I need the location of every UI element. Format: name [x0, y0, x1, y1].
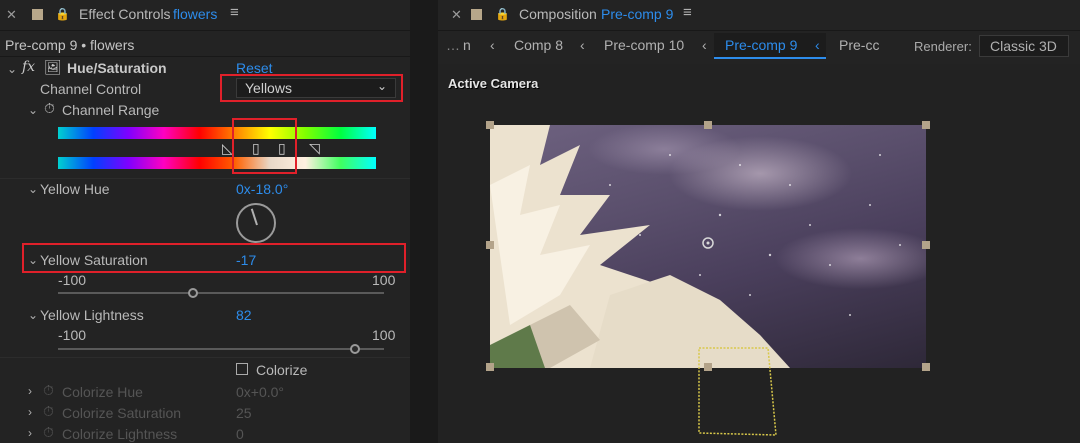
stopwatch-icon: ⏱ — [43, 403, 54, 419]
divider — [0, 357, 410, 358]
highlight-box — [22, 243, 406, 273]
chevron-left-icon: ‹ — [490, 37, 495, 53]
slider-min-label: -100 — [58, 327, 87, 343]
lock-icon[interactable]: 🔒 — [55, 7, 70, 21]
renderer-dropdown[interactable]: Classic 3D — [979, 35, 1069, 57]
transform-handle[interactable] — [486, 241, 494, 249]
yellow-lightness-slider-knob[interactable] — [349, 344, 360, 354]
tab-pre-comp-cut[interactable]: Pre-cc — [839, 37, 879, 53]
motion-path-outline — [698, 347, 777, 436]
dial-indicator — [250, 208, 258, 226]
channel-control-label: Channel Control — [40, 81, 142, 97]
lock-icon[interactable]: 🔒 — [495, 7, 510, 21]
transform-handle[interactable] — [486, 363, 494, 371]
panel-title: Composition — [519, 6, 597, 22]
tab-pre-comp-10[interactable]: Pre-comp 10 — [604, 37, 684, 53]
stopwatch-icon[interactable]: ⏱ — [44, 100, 55, 117]
slider-min-label: -100 — [58, 272, 87, 288]
colorize-lightness-label: Colorize Lightness — [62, 426, 178, 442]
tab-n[interactable]: n — [463, 37, 471, 53]
transform-handle[interactable] — [922, 241, 930, 249]
active-camera-label: Active Camera — [448, 76, 539, 91]
effect-controls-panel: ✕ 🔒 Effect Controls flowers ≡ Pre-comp 9… — [0, 0, 410, 443]
yellow-hue-value[interactable]: 0x-18.0° — [236, 181, 288, 197]
panel-menu-icon[interactable]: ≡ — [230, 4, 239, 21]
panel-menu-icon[interactable]: ≡ — [683, 4, 692, 21]
highlight-box — [220, 74, 403, 102]
colorize-saturation-value: 25 — [236, 405, 252, 421]
channel-range-bar-bottom — [58, 157, 376, 169]
flowers-scene — [490, 125, 901, 368]
fx-icon[interactable]: fx — [22, 59, 35, 75]
chevron-right-icon[interactable]: › — [28, 426, 32, 440]
yellow-saturation-slider-knob[interactable] — [188, 288, 199, 298]
comp-preview-image[interactable] — [490, 125, 926, 368]
colorize-hue-value: 0x+0.0° — [236, 384, 285, 400]
panel-title: Effect Controls — [79, 6, 171, 22]
chevron-down-icon[interactable]: ⌄ — [28, 103, 38, 117]
ellipsis-icon: … — [446, 37, 460, 53]
yellow-saturation-slider[interactable] — [58, 292, 384, 294]
range-end-handle[interactable]: ◹ — [309, 140, 320, 157]
yellow-lightness-value[interactable]: 82 — [236, 307, 252, 323]
stopwatch-icon: ⏱ — [43, 382, 54, 398]
hue-dial[interactable] — [236, 203, 276, 243]
slider-max-label: 100 — [372, 272, 396, 288]
composition-panel: ✕ 🔒 Composition Pre-comp 9 ≡ … n ‹ Comp … — [438, 0, 1080, 443]
yellow-hue-label: Yellow Hue — [40, 181, 110, 197]
yellow-lightness-slider[interactable] — [58, 348, 384, 350]
yellow-lightness-label: Yellow Lightness — [40, 307, 144, 323]
transform-handle[interactable] — [922, 121, 930, 129]
colorize-label: Colorize — [256, 362, 308, 378]
layer-name[interactable]: flowers — [173, 6, 217, 22]
divider — [0, 56, 410, 57]
chevron-down-icon[interactable]: ⌄ — [7, 62, 17, 76]
colorize-saturation-label: Colorize Saturation — [62, 405, 182, 421]
renderer-value: Classic 3D — [990, 38, 1057, 54]
panel-swatch-icon — [471, 9, 482, 20]
close-icon[interactable]: ✕ — [6, 7, 17, 23]
chevron-left-icon: ‹ — [580, 37, 585, 53]
renderer-label: Renderer: — [914, 39, 972, 54]
breadcrumb: Pre-comp 9 • flowers — [5, 37, 135, 53]
slider-max-label: 100 — [372, 327, 396, 343]
effect-controls-header: ✕ 🔒 Effect Controls flowers ≡ — [0, 0, 410, 31]
close-icon[interactable]: ✕ — [451, 7, 462, 23]
divider — [0, 178, 410, 179]
colorize-hue-label: Colorize Hue — [62, 384, 143, 400]
chevron-left-icon: ‹ — [815, 37, 820, 53]
composition-header: ✕ 🔒 Composition Pre-comp 9 ≡ — [438, 0, 1080, 31]
channel-range-bar-top — [58, 127, 376, 139]
chevron-left-icon: ‹ — [702, 37, 707, 53]
chevron-right-icon[interactable]: › — [28, 384, 32, 398]
stopwatch-icon: ⏱ — [43, 424, 54, 440]
highlight-box — [232, 118, 297, 174]
transform-handle[interactable] — [704, 121, 712, 129]
tab-pre-comp-9-label: Pre-comp 9 — [725, 37, 798, 53]
chevron-down-icon[interactable]: ⌄ — [28, 182, 38, 196]
panel-divider[interactable] — [410, 0, 438, 443]
effect-preset-icon: 🖼 — [44, 59, 62, 75]
tab-comp-8[interactable]: Comp 8 — [514, 37, 563, 53]
transform-handle[interactable] — [486, 121, 494, 129]
chevron-down-icon[interactable]: ⌄ — [28, 308, 38, 322]
channel-range-label: Channel Range — [62, 102, 160, 118]
panel-swatch-icon — [32, 9, 43, 20]
comp-name[interactable]: Pre-comp 9 — [601, 6, 673, 22]
colorize-checkbox[interactable] — [236, 363, 248, 375]
transform-handle[interactable] — [922, 363, 930, 371]
tab-pre-comp-9-active[interactable]: Pre-comp 9 ‹ — [714, 33, 826, 59]
chevron-right-icon[interactable]: › — [28, 405, 32, 419]
colorize-lightness-value: 0 — [236, 426, 244, 442]
effect-name: Hue/Saturation — [67, 60, 167, 76]
